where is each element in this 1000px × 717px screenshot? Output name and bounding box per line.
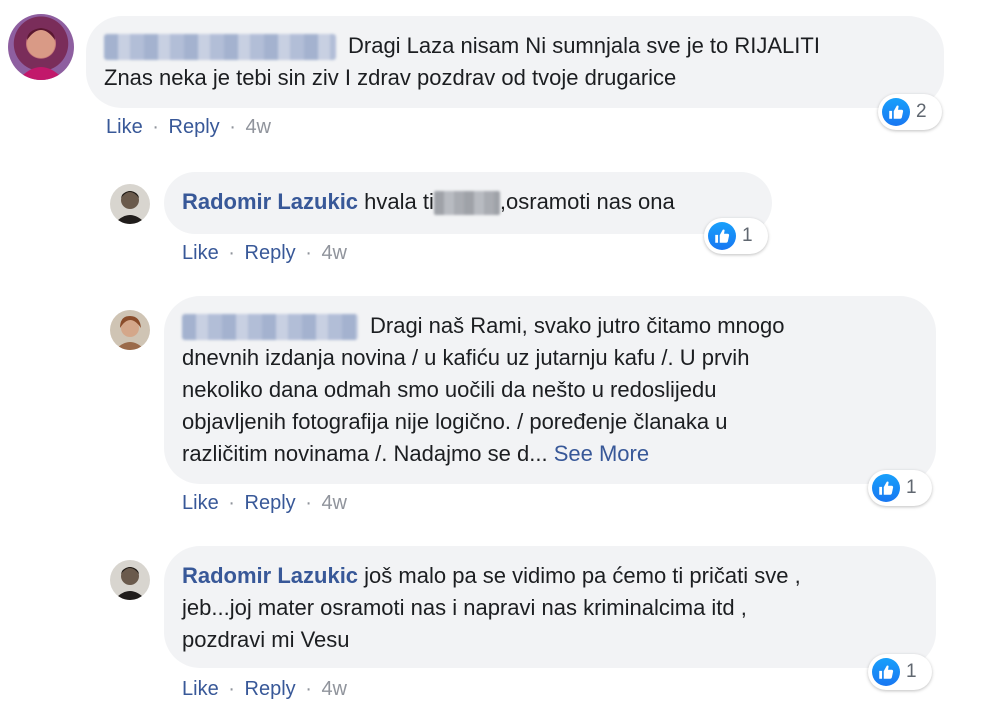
comment-actions: Like · Reply · 4w [182, 492, 348, 514]
timestamp[interactable]: 4w [321, 492, 347, 514]
see-more-link[interactable]: See More [554, 441, 649, 466]
comment-bubble: Radomir Lazukic još malo pa se vidimo pa… [164, 546, 936, 668]
reply-link[interactable]: Reply [245, 678, 296, 700]
redacted-author-name[interactable] [104, 34, 336, 61]
profile-photo-icon [114, 191, 146, 224]
timestamp[interactable]: 4w [245, 116, 271, 138]
avatar[interactable] [110, 560, 150, 600]
reaction-count[interactable]: 2 [878, 94, 942, 130]
reaction-count[interactable]: 1 [868, 470, 932, 506]
comment-actions: Like · Reply · 4w [182, 242, 348, 264]
timestamp[interactable]: 4w [321, 678, 347, 700]
comment-actions: Like · Reply · 4w [182, 678, 348, 700]
profile-photo-icon [115, 316, 145, 350]
avatar[interactable] [110, 310, 150, 350]
redacted-author-name[interactable] [182, 314, 358, 341]
profile-photo-icon [114, 567, 146, 600]
like-reaction-icon [882, 98, 910, 126]
comment-actions: Like · Reply · 4w [106, 116, 272, 138]
like-reaction-icon [872, 658, 900, 686]
reply-link[interactable]: Reply [245, 492, 296, 514]
reply-link[interactable]: Reply [245, 242, 296, 264]
comment-text-line: Znas neka je tebi sin ziv I zdrav pozdra… [104, 65, 677, 90]
like-link[interactable]: Like [182, 242, 219, 264]
comment-author-link[interactable]: Radomir Lazukic [182, 563, 358, 588]
like-link[interactable]: Like [182, 492, 219, 514]
like-link[interactable]: Like [106, 116, 143, 138]
like-reaction-icon [708, 222, 736, 250]
comment-bubble: Dragi Laza nisam Ni sumnjala sve je to R… [86, 16, 944, 108]
reply-link[interactable]: Reply [169, 116, 220, 138]
reaction-count[interactable]: 1 [704, 218, 768, 254]
reaction-count[interactable]: 1 [868, 654, 932, 690]
avatar[interactable] [8, 14, 74, 80]
timestamp[interactable]: 4w [321, 242, 347, 264]
avatar[interactable] [110, 184, 150, 224]
comment-author-link[interactable]: Radomir Lazukic [182, 189, 358, 214]
like-link[interactable]: Like [182, 678, 219, 700]
comment-bubble: Radomir Lazukic hvala ti ,osramoti nas on… [164, 172, 772, 234]
redacted-name [433, 191, 500, 216]
profile-photo-icon [18, 28, 64, 80]
like-reaction-icon [872, 474, 900, 502]
comment-text-line: Dragi Laza nisam Ni sumnjala sve je to R… [348, 33, 820, 58]
comment-bubble: Dragi naš Rami, svako jutro čitamo mnogo… [164, 296, 936, 484]
